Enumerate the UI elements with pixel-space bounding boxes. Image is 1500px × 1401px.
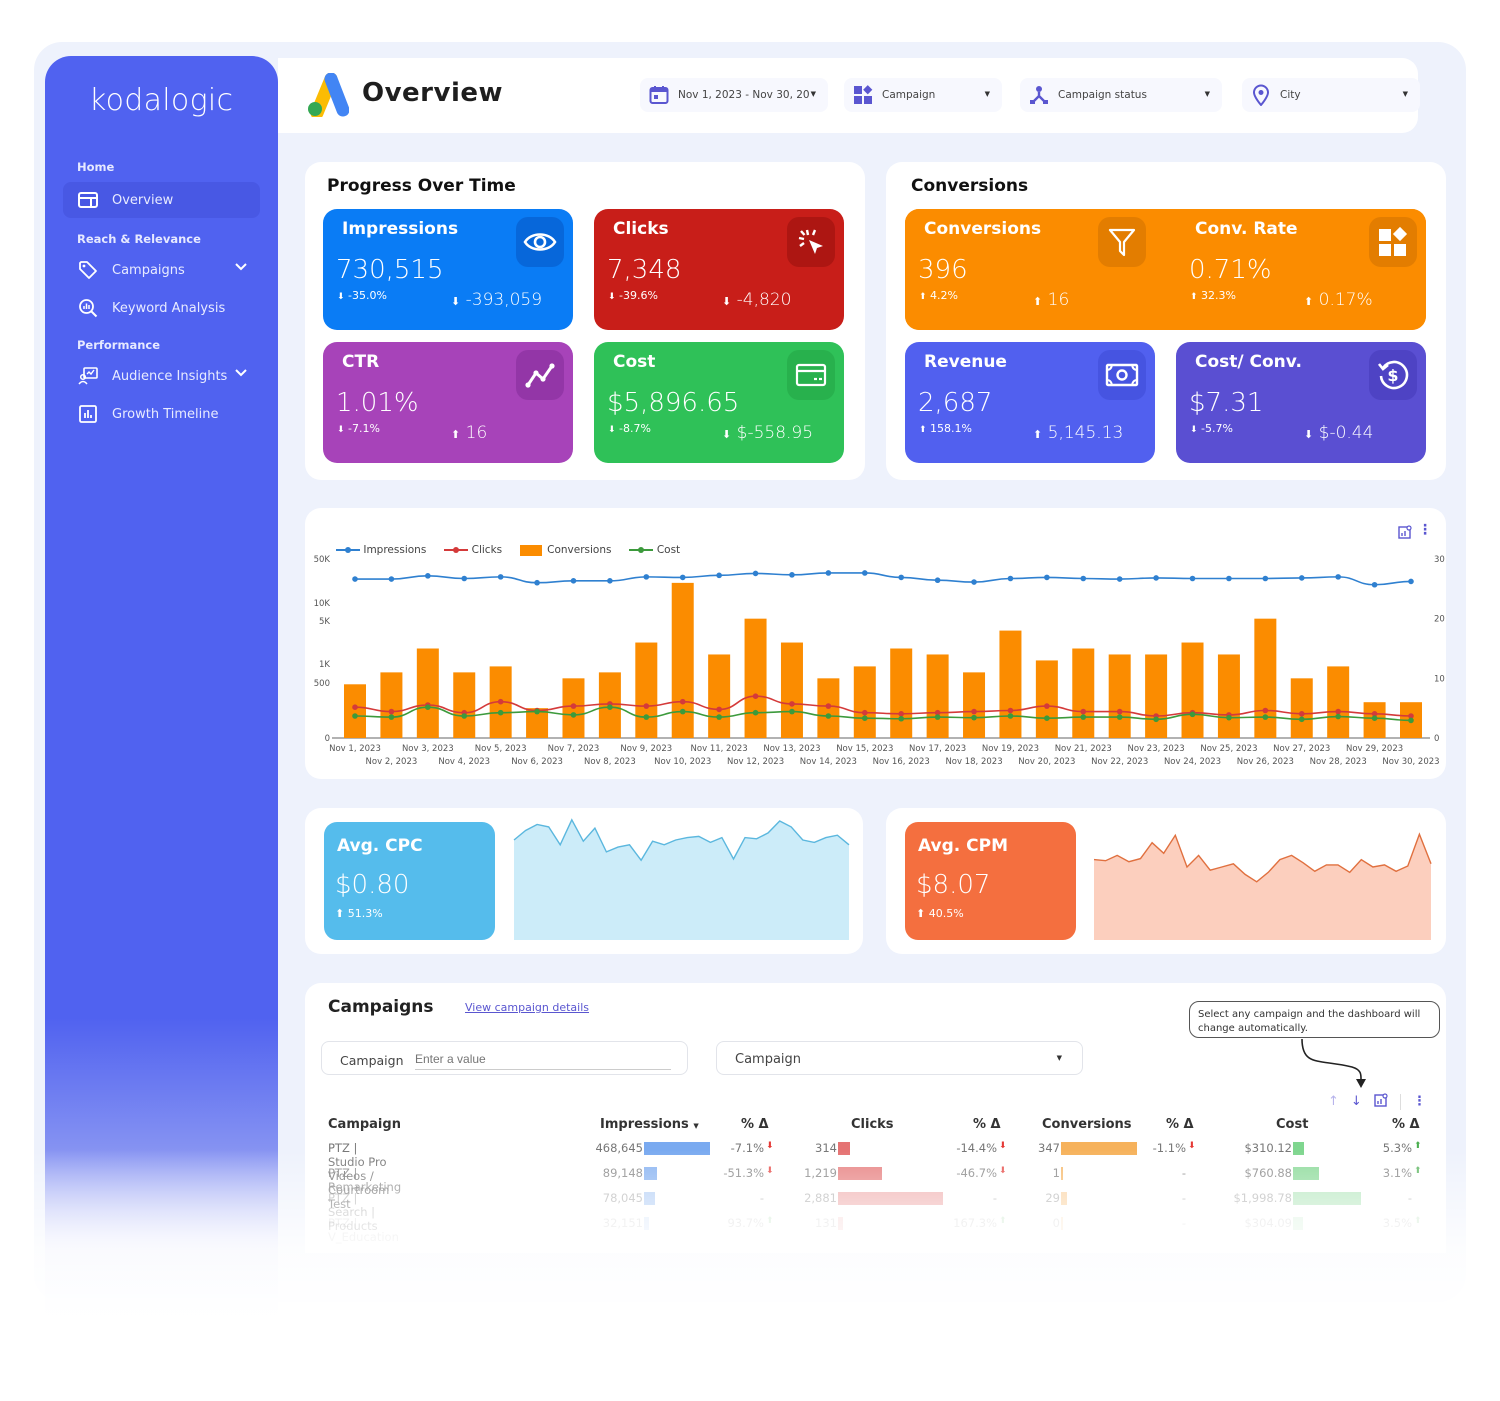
clicks-bar	[838, 1167, 883, 1180]
clicks-pct-change: -14.4%	[956, 1141, 997, 1155]
column-header-pct-change[interactable]: % Δ	[973, 1117, 1001, 1132]
cost-bar	[1293, 1167, 1319, 1180]
column-header-cost[interactable]: Cost	[1276, 1117, 1308, 1132]
impressions-pct-change: 93.7%	[727, 1216, 764, 1230]
arrow-up-icon: ⬆	[1414, 1216, 1422, 1226]
area-fill-avg-cpc	[514, 819, 849, 940]
help-callout: Select any campaign and the dashboard wi…	[1189, 1001, 1440, 1038]
impressions-bar	[644, 1142, 710, 1155]
arrow-down-icon: ⬇	[766, 1166, 774, 1176]
cost-bar	[1293, 1142, 1304, 1155]
clicks-pct-change: -46.7%	[956, 1166, 997, 1180]
conversions-pct-change: -1.1%	[1152, 1141, 1186, 1155]
clicks-value: 131	[815, 1216, 837, 1230]
area-fill-avg-cpm	[1094, 834, 1431, 940]
impressions-bar	[644, 1192, 656, 1205]
column-header-impressions[interactable]: Impressions ▼	[600, 1117, 699, 1132]
callout-arrow-icon	[1301, 1038, 1366, 1088]
caret-down-icon: ▼	[1056, 1054, 1062, 1062]
clicks-value: 314	[815, 1141, 837, 1155]
column-header-clicks[interactable]: Clicks	[851, 1117, 894, 1132]
column-header-pct-change[interactable]: % Δ	[1392, 1117, 1420, 1132]
campaign-search-input[interactable]: Campaign	[321, 1041, 688, 1075]
cost-value: $304.09	[1244, 1216, 1292, 1230]
clicks-pct-change: 167.3%	[953, 1216, 997, 1230]
conversions-value: 0	[1052, 1216, 1060, 1230]
chart-settings-icon[interactable]	[1374, 1092, 1388, 1111]
conversions-pct-change: -	[1181, 1191, 1186, 1205]
cost-pct-change: 3.1%	[1382, 1166, 1412, 1180]
campaign-name: PTZ | V_Education	[328, 1216, 399, 1244]
arrow-up-icon: ⬆	[1414, 1141, 1422, 1151]
impressions-pct-change: -51.3%	[723, 1166, 764, 1180]
column-header-pct-change[interactable]: % Δ	[1166, 1117, 1194, 1132]
conversions-pct-change: -	[1181, 1216, 1186, 1230]
sort-ascending-icon[interactable]: ↑	[1328, 1094, 1339, 1109]
impressions-bar	[644, 1217, 649, 1230]
clicks-value: 2,881	[804, 1191, 837, 1205]
more-options-icon[interactable]: ⋮	[1413, 1094, 1426, 1109]
campaign-dropdown[interactable]: Campaign ▼	[716, 1041, 1083, 1075]
conversions-bar	[1061, 1217, 1063, 1230]
arrow-down-icon: ⬇	[766, 1141, 774, 1151]
conversions-bar	[1061, 1192, 1068, 1205]
impressions-value: 468,645	[595, 1141, 643, 1155]
clicks-bar	[838, 1142, 850, 1155]
campaign-search-label: Campaign	[340, 1053, 404, 1068]
arrow-down-icon: ⬇	[1188, 1141, 1196, 1151]
impressions-value: 89,148	[602, 1166, 643, 1180]
clicks-bar	[838, 1192, 943, 1205]
arrow-down-icon: ⬇	[999, 1166, 1007, 1176]
sort-descending-icon[interactable]: ↓	[1351, 1094, 1362, 1109]
cost-value: $310.12	[1244, 1141, 1292, 1155]
cost-pct-change: 3.5%	[1382, 1216, 1412, 1230]
toolbar-divider	[1399, 1093, 1401, 1110]
impressions-pct-change: -7.1%	[730, 1141, 764, 1155]
arrow-up-icon: ⬆	[999, 1216, 1007, 1226]
column-header-conversions[interactable]: Conversions	[1042, 1117, 1132, 1132]
conversions-pct-change: -	[1181, 1166, 1186, 1180]
clicks-pct-change: -	[992, 1191, 997, 1205]
conversions-value: 1	[1052, 1166, 1060, 1180]
view-campaign-details-link[interactable]: View campaign details	[465, 1001, 589, 1014]
cost-bar	[1293, 1192, 1361, 1205]
sort-caret-icon: ▼	[693, 1122, 699, 1130]
campaign-search-field[interactable]	[415, 1048, 671, 1070]
impressions-pct-change: -	[759, 1191, 764, 1205]
arrow-up-icon: ⬆	[766, 1216, 774, 1226]
cost-bar	[1293, 1217, 1304, 1230]
impressions-bar	[644, 1167, 657, 1180]
campaign-dropdown-value: Campaign	[735, 1052, 802, 1067]
campaigns-title: Campaigns	[328, 997, 434, 1017]
impressions-value: 32,151	[602, 1216, 643, 1230]
campaign-name: PTZ | Remarketing	[328, 1166, 402, 1194]
arrow-down-icon: ⬇	[999, 1141, 1007, 1151]
clicks-value: 1,219	[804, 1166, 837, 1180]
table-toolbar: ↑ ↓ ⋮	[1328, 1092, 1426, 1111]
conversions-value: 29	[1045, 1191, 1060, 1205]
cost-value: $1,998.78	[1233, 1191, 1292, 1205]
conversions-bar	[1061, 1167, 1063, 1180]
clicks-bar	[838, 1217, 844, 1230]
cost-value: $760.88	[1244, 1166, 1292, 1180]
arrow-up-icon: ⬆	[1414, 1166, 1422, 1176]
impressions-value: 78,045	[602, 1191, 643, 1205]
column-header-pct-change[interactable]: % Δ	[741, 1117, 769, 1132]
cost-pct-change: -	[1407, 1191, 1412, 1205]
column-header-campaign[interactable]: Campaign	[328, 1117, 401, 1132]
sparkline-charts	[513, 818, 1432, 940]
conversions-value: 347	[1038, 1141, 1060, 1155]
cost-pct-change: 5.3%	[1382, 1141, 1412, 1155]
